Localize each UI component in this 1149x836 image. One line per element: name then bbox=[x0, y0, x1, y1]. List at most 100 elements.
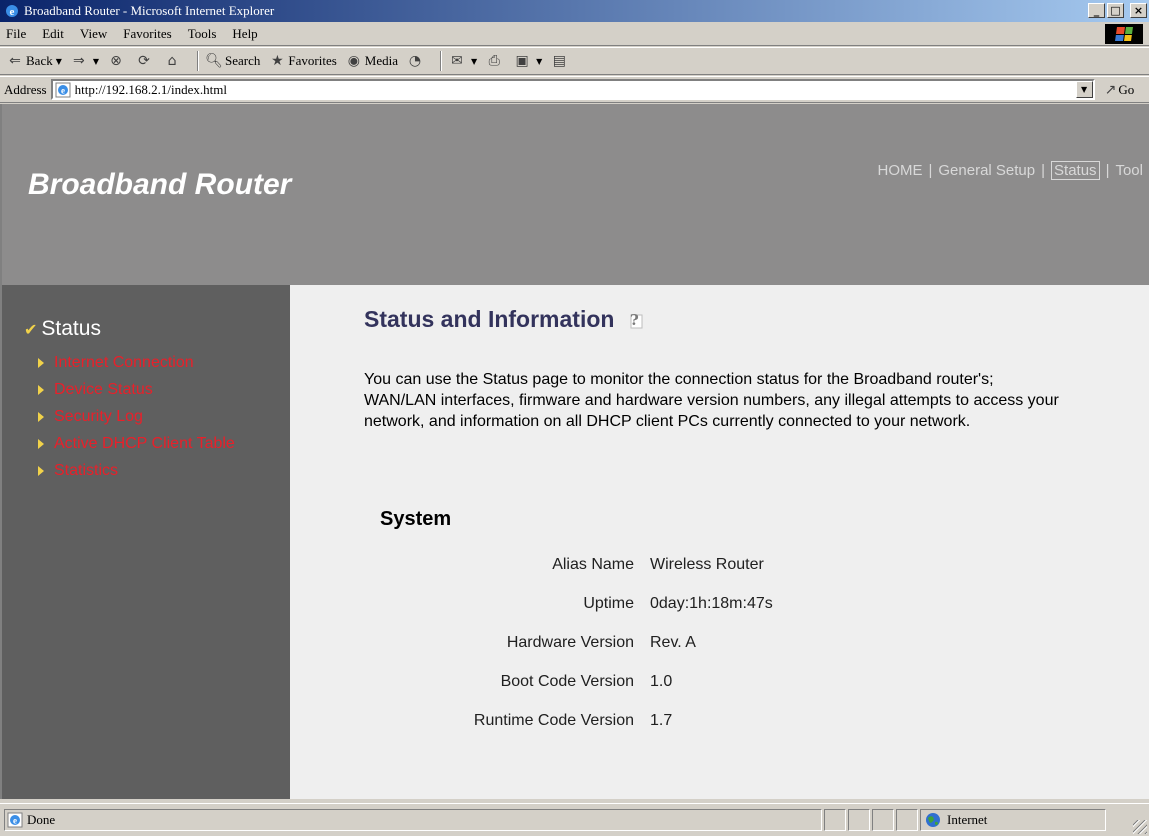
help-icon[interactable]: ? bbox=[622, 310, 644, 330]
address-field[interactable]: e ▼ bbox=[50, 79, 1095, 100]
status-bar: e Done Internet bbox=[0, 803, 1149, 836]
menu-favorites[interactable]: Favorites bbox=[123, 26, 171, 42]
sidebar: ✔ Status Internet Connection Device Stat… bbox=[2, 285, 290, 799]
discuss-icon: ▤ bbox=[552, 53, 566, 69]
toolbar-divider bbox=[440, 51, 443, 71]
search-icon: 🔍︎ bbox=[205, 53, 223, 69]
stop-icon: ⊗ bbox=[110, 53, 122, 69]
sidebar-title-label: Status bbox=[41, 317, 101, 340]
go-label: Go bbox=[1118, 81, 1135, 97]
page-description: You can use the Status page to monitor t… bbox=[364, 371, 1059, 430]
mail-icon: ✉ bbox=[451, 53, 463, 69]
chevron-down-icon[interactable]: ▼ bbox=[471, 57, 477, 66]
status-text: Done bbox=[27, 812, 56, 827]
menu-view[interactable]: View bbox=[80, 26, 107, 42]
menu-bar: File Edit View Favorites Tools Help bbox=[0, 22, 1149, 46]
media-button[interactable]: ◉ Media bbox=[345, 52, 398, 70]
stop-button[interactable]: ⊗ bbox=[107, 52, 127, 70]
media-label: Media bbox=[364, 53, 399, 68]
discuss-button[interactable]: ▤ bbox=[550, 52, 570, 70]
svg-text:e: e bbox=[10, 6, 15, 18]
chevron-down-icon[interactable]: ▼ bbox=[56, 57, 62, 66]
sidebar-link[interactable]: Statistics bbox=[54, 462, 118, 480]
minimize-button[interactable]: _ bbox=[1088, 3, 1105, 18]
page-title: Status and Information ? bbox=[364, 306, 1124, 333]
arrow-right-icon bbox=[38, 357, 44, 368]
sidebar-item-statistics[interactable]: Statistics bbox=[38, 457, 235, 484]
info-key: Alias Name bbox=[552, 555, 634, 573]
windows-logo-icon bbox=[1105, 24, 1143, 44]
sidebar-item-dhcp-client-table[interactable]: Active DHCP Client Table bbox=[38, 430, 235, 457]
arrow-right-icon bbox=[38, 465, 44, 476]
chevron-down-icon[interactable]: ▼ bbox=[93, 57, 99, 66]
address-label: Address bbox=[4, 81, 47, 97]
main-content: Status and Information ? You can use the… bbox=[364, 306, 1124, 740]
sidebar-item-device-status[interactable]: Device Status bbox=[38, 376, 235, 403]
status-cell bbox=[896, 809, 918, 831]
menu-help[interactable]: Help bbox=[232, 26, 257, 42]
forward-button[interactable]: ⇒ ▼ bbox=[70, 52, 99, 70]
toolbar-divider bbox=[197, 51, 200, 71]
svg-text:?: ? bbox=[630, 311, 639, 329]
info-key: Hardware Version bbox=[506, 633, 634, 651]
chevron-down-icon[interactable]: ▼ bbox=[536, 57, 542, 66]
favorites-label: Favorites bbox=[288, 53, 337, 68]
sidebar-link[interactable]: Internet Connection bbox=[54, 354, 194, 372]
home-icon: ⌂ bbox=[167, 53, 177, 69]
status-cell bbox=[824, 809, 846, 831]
table-row: Boot Code Version 1.0 bbox=[364, 662, 773, 701]
sidebar-item-security-log[interactable]: Security Log bbox=[38, 403, 235, 430]
history-button[interactable]: ◔ bbox=[406, 52, 426, 70]
table-row: Uptime 0day:1h:18m:47s bbox=[364, 584, 772, 623]
info-value: Wireless Router bbox=[650, 555, 764, 573]
sidebar-link[interactable]: Security Log bbox=[54, 408, 143, 426]
print-button[interactable]: ⎙ bbox=[485, 52, 505, 70]
arrow-right-icon bbox=[38, 384, 44, 395]
search-button[interactable]: 🔍︎ Search bbox=[205, 52, 260, 70]
favorites-icon: ★ bbox=[271, 53, 284, 69]
go-button[interactable]: ↗ Go bbox=[1105, 82, 1135, 98]
nav-home[interactable]: HOME bbox=[877, 162, 922, 179]
resize-grip[interactable] bbox=[1133, 820, 1147, 834]
checkmark-icon: ✔ bbox=[24, 319, 38, 339]
sidebar-links: Internet Connection Device Status Securi… bbox=[38, 349, 235, 484]
info-key: Boot Code Version bbox=[500, 672, 634, 690]
svg-text:e: e bbox=[61, 85, 65, 95]
mail-button[interactable]: ✉ ▼ bbox=[448, 52, 477, 70]
menu-file[interactable]: File bbox=[6, 26, 26, 42]
status-main: e Done bbox=[4, 809, 822, 831]
brand-title: Broadband Router bbox=[28, 168, 292, 201]
system-info-table: Alias Name Wireless Router Uptime 0day:1… bbox=[364, 545, 773, 740]
nav-general-setup[interactable]: General Setup bbox=[938, 162, 1035, 179]
search-label: Search bbox=[225, 53, 261, 68]
nav-tool[interactable]: Tool bbox=[1115, 162, 1143, 179]
window-title: Broadband Router - Microsoft Internet Ex… bbox=[24, 3, 275, 18]
url-input[interactable] bbox=[74, 81, 1035, 98]
favorites-button[interactable]: ★ Favorites bbox=[268, 52, 337, 70]
home-button[interactable]: ⌂ bbox=[163, 52, 183, 70]
address-bar: Address e ▼ ↗ Go bbox=[0, 76, 1149, 103]
address-dropdown-button[interactable]: ▼ bbox=[1075, 81, 1093, 98]
nav-status[interactable]: Status bbox=[1051, 161, 1100, 180]
maximize-button[interactable]: □ bbox=[1107, 3, 1124, 18]
refresh-button[interactable]: ⟳ bbox=[135, 52, 155, 70]
internet-explorer-icon: e bbox=[6, 5, 18, 18]
sidebar-link[interactable]: Active DHCP Client Table bbox=[54, 435, 235, 453]
status-cell bbox=[872, 809, 894, 831]
close-button[interactable]: × bbox=[1130, 3, 1147, 18]
sidebar-item-internet-connection[interactable]: Internet Connection bbox=[38, 349, 235, 376]
top-navigation: HOME | General Setup | Status | Tool bbox=[877, 161, 1143, 180]
refresh-icon: ⟳ bbox=[138, 53, 150, 69]
arrow-right-icon bbox=[38, 438, 44, 449]
sidebar-link[interactable]: Device Status bbox=[54, 381, 153, 399]
arrow-right-icon bbox=[38, 411, 44, 422]
section-title-system: System bbox=[380, 508, 452, 530]
edit-icon: ▣ bbox=[515, 53, 529, 69]
edit-button[interactable]: ▣ ▼ bbox=[513, 52, 543, 70]
menu-tools[interactable]: Tools bbox=[188, 26, 217, 42]
zone-label: Internet bbox=[947, 812, 988, 827]
back-button[interactable]: ⇐ Back ▼ bbox=[6, 52, 62, 70]
security-zone: Internet bbox=[920, 809, 1106, 831]
info-value: 1.0 bbox=[650, 672, 673, 690]
menu-edit[interactable]: Edit bbox=[42, 26, 64, 42]
